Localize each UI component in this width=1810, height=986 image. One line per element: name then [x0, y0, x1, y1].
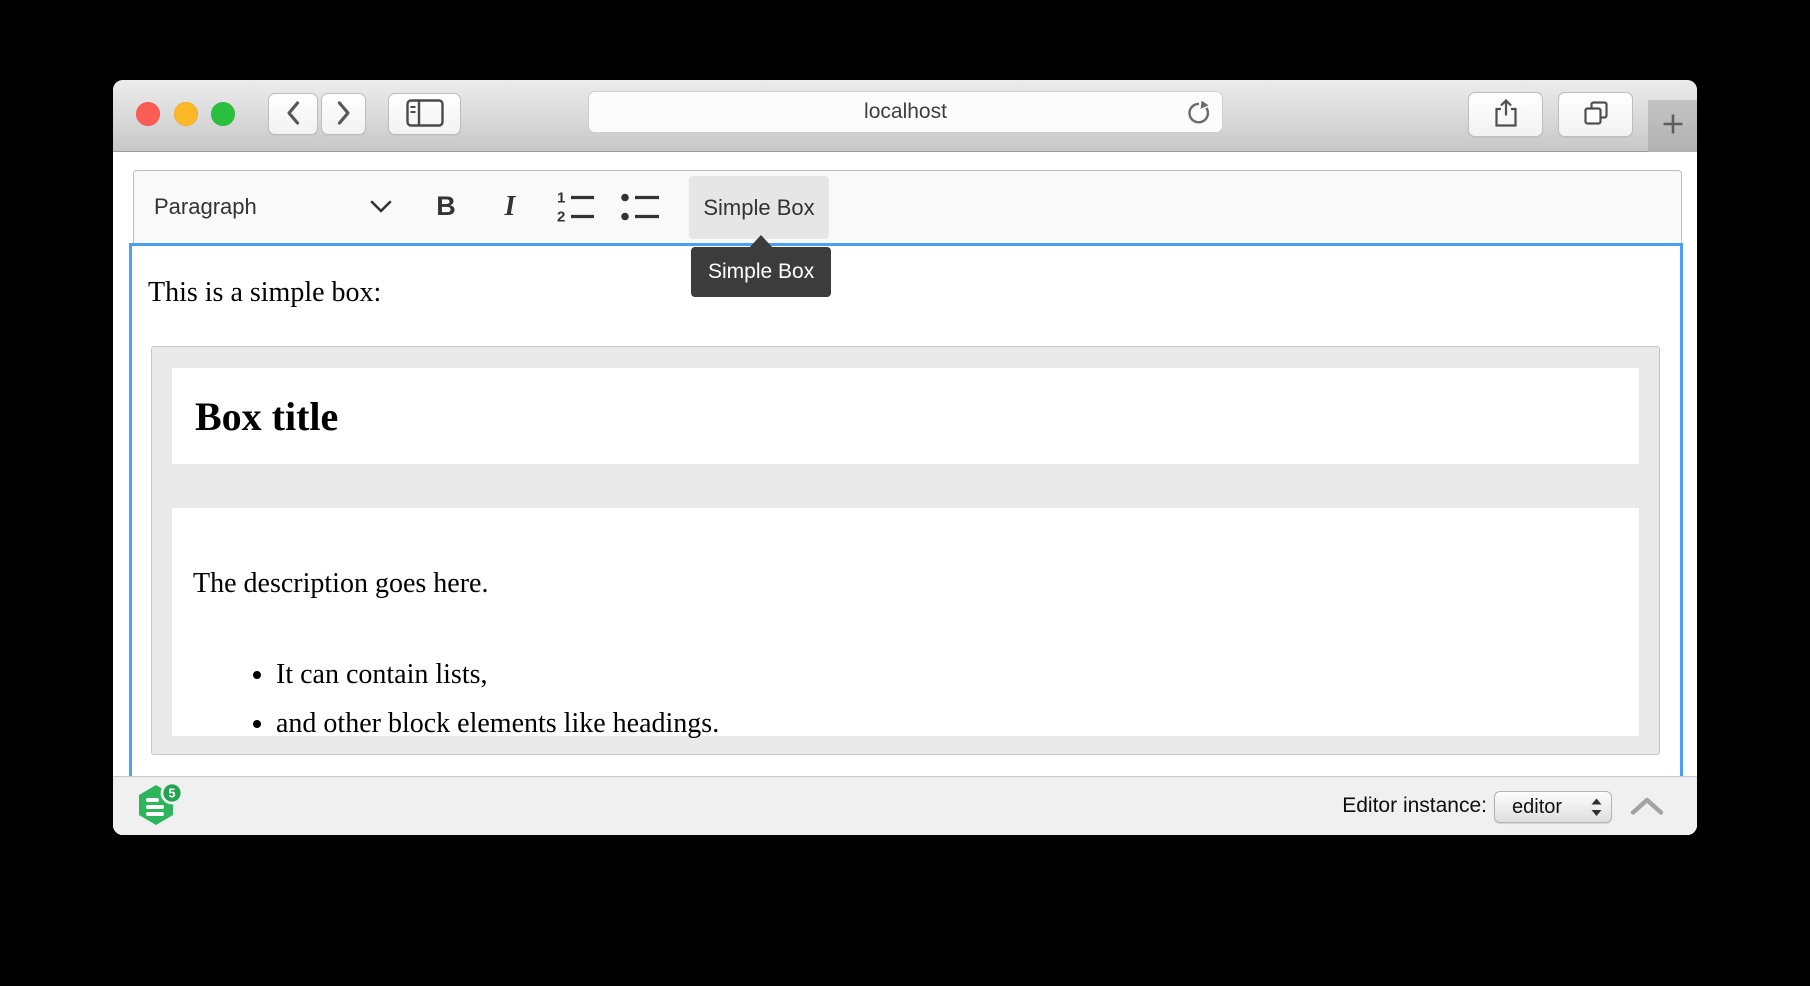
- screenshot: localhost: [0, 0, 1810, 986]
- ckeditor-inspector-logo: 5: [135, 781, 187, 835]
- editor-toolbar: Paragraph B I 1 2: [133, 170, 1682, 243]
- simple-box-tooltip: Simple Box: [691, 247, 831, 297]
- intro-paragraph[interactable]: This is a simple box:: [148, 276, 381, 310]
- paragraph-dropdown-label: Paragraph: [154, 194, 257, 220]
- italic-button[interactable]: I: [490, 171, 530, 242]
- page-body: Paragraph B I 1 2: [113, 152, 1697, 835]
- tab-overview-button[interactable]: [1558, 92, 1633, 137]
- collapse-inspector-button[interactable]: [1630, 796, 1664, 821]
- paragraph-dropdown[interactable]: Paragraph: [154, 171, 257, 242]
- ckeditor-logo-icon: 5: [135, 781, 187, 831]
- simple-box-widget[interactable]: Box title The description goes here. It …: [151, 346, 1660, 755]
- sidebar-toggle-button[interactable]: [388, 93, 461, 135]
- browser-window: localhost: [113, 80, 1697, 835]
- editor-instance-value: editor: [1512, 796, 1562, 819]
- list-item[interactable]: and other block elements like headings.: [276, 699, 719, 748]
- inspector-badge: 5: [169, 787, 176, 801]
- bulleted-list-icon: [619, 189, 663, 225]
- forward-button[interactable]: [321, 93, 366, 135]
- numbered-list-button[interactable]: 1 2: [555, 171, 597, 242]
- chevron-left-icon: [284, 100, 302, 129]
- browser-titlebar: localhost: [113, 80, 1697, 152]
- back-button[interactable]: [268, 93, 318, 135]
- close-window-button[interactable]: [136, 102, 160, 126]
- new-tab-button[interactable]: [1648, 100, 1697, 152]
- list-item[interactable]: It can contain lists,: [276, 650, 719, 699]
- fullscreen-window-button[interactable]: [211, 102, 235, 126]
- svg-text:2: 2: [557, 208, 565, 225]
- refresh-icon[interactable]: [1185, 100, 1211, 126]
- share-button[interactable]: [1468, 92, 1543, 137]
- chevron-down-icon[interactable]: [370, 171, 392, 242]
- chevron-up-icon: [1630, 796, 1664, 816]
- bold-icon: B: [436, 191, 456, 222]
- address-bar[interactable]: localhost: [588, 91, 1223, 133]
- description-paragraph[interactable]: The description goes here.: [193, 567, 488, 601]
- numbered-list-icon: 1 2: [555, 189, 597, 225]
- share-icon: [1493, 98, 1519, 131]
- url-text: localhost: [864, 100, 947, 124]
- simple-box-description[interactable]: The description goes here. It can contai…: [172, 508, 1639, 736]
- simple-box-button-label: Simple Box: [703, 195, 814, 221]
- editor-instance-label: Editor instance:: [1342, 777, 1487, 835]
- description-list: It can contain lists, and other block el…: [172, 650, 719, 748]
- simple-box-button[interactable]: Simple Box: [689, 176, 829, 239]
- bulleted-list-button[interactable]: [619, 171, 663, 242]
- inspector-bar: 5 Editor instance: editor: [113, 776, 1697, 835]
- simple-box-title[interactable]: Box title: [172, 368, 1639, 464]
- chevron-right-icon: [335, 100, 353, 129]
- select-arrows-icon: [1591, 798, 1602, 817]
- editor-content[interactable]: This is a simple box: Box title The desc…: [129, 243, 1683, 776]
- bold-button[interactable]: B: [426, 171, 466, 242]
- box-title-text: Box title: [195, 393, 338, 440]
- minimize-window-button[interactable]: [174, 102, 198, 126]
- sidebar-icon: [406, 99, 444, 130]
- italic-icon: I: [505, 191, 516, 223]
- editor-instance-select[interactable]: editor: [1494, 791, 1612, 823]
- svg-text:1: 1: [557, 189, 565, 206]
- tabs-icon: [1582, 100, 1610, 129]
- tooltip-text: Simple Box: [708, 260, 814, 283]
- plus-icon: [1661, 112, 1685, 141]
